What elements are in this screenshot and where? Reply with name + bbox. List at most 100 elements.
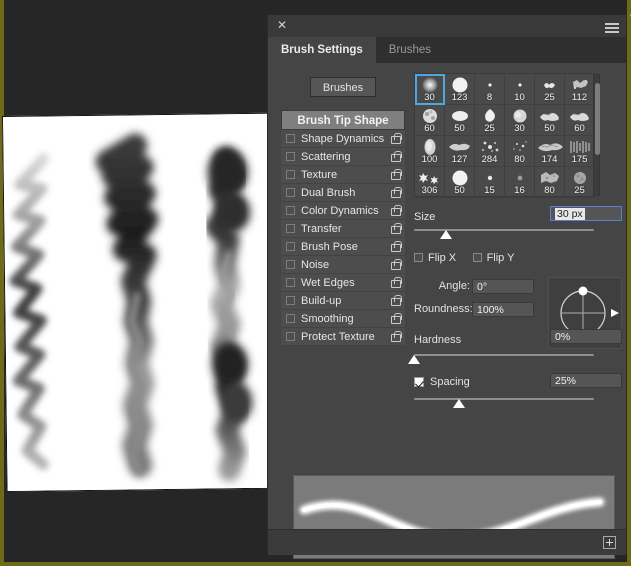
smoothing-checkbox[interactable] bbox=[286, 314, 295, 323]
brush-preset-80-15[interactable]: 80 bbox=[505, 136, 535, 167]
brush-preset-size-label: 25 bbox=[574, 185, 585, 196]
sidebar-item-scattering[interactable]: Scattering bbox=[281, 148, 405, 166]
tab-brushes[interactable]: Brushes bbox=[375, 37, 444, 63]
brush-preset-grid[interactable]: 30 123 8 10 25 112 60 50 25 30 50 60 100 127 284 80 174 1… bbox=[414, 73, 595, 198]
lock-icon[interactable] bbox=[390, 331, 402, 342]
lock-icon[interactable] bbox=[390, 151, 402, 162]
size-input[interactable]: 30 px bbox=[550, 206, 622, 221]
lock-icon[interactable] bbox=[390, 313, 402, 324]
brush-preset-size-label: 80 bbox=[544, 185, 555, 196]
dual-brush-checkbox[interactable] bbox=[286, 188, 295, 197]
brush-preset-size-label: 30 bbox=[514, 123, 525, 134]
hardness-slider-thumb[interactable] bbox=[408, 355, 420, 364]
flip-y-toggle[interactable]: Flip Y bbox=[472, 252, 515, 264]
flip-x-toggle[interactable]: Flip X bbox=[414, 252, 456, 264]
lock-icon[interactable] bbox=[390, 187, 402, 198]
angle-input[interactable]: 0° bbox=[472, 279, 534, 294]
brush-preset-15-20[interactable]: 15 bbox=[475, 167, 505, 198]
wet-edges-checkbox[interactable] bbox=[286, 278, 295, 287]
scrollbar-thumb[interactable] bbox=[595, 83, 600, 155]
sidebar-item-color-dynamics[interactable]: Color Dynamics bbox=[281, 202, 405, 220]
brush-preset-30-9[interactable]: 30 bbox=[505, 105, 535, 136]
brush-preset-50-19[interactable]: 50 bbox=[445, 167, 475, 198]
spacing-slider-thumb[interactable] bbox=[453, 399, 465, 408]
texture-checkbox[interactable] bbox=[286, 170, 295, 179]
sidebar-item-label: Wet Edges bbox=[301, 276, 355, 289]
sidebar-item-shape-dynamics[interactable]: Shape Dynamics bbox=[281, 130, 405, 148]
sidebar-item-noise[interactable]: Noise bbox=[281, 256, 405, 274]
build-up-checkbox[interactable] bbox=[286, 296, 295, 305]
size-label: Size bbox=[414, 211, 436, 223]
brush-preset-306-18[interactable]: 306 bbox=[415, 167, 445, 198]
lock-icon[interactable] bbox=[390, 277, 402, 288]
brush-preset-25-8[interactable]: 25 bbox=[475, 105, 505, 136]
sidebar-item-wet-edges[interactable]: Wet Edges bbox=[281, 274, 405, 292]
size-slider-thumb[interactable] bbox=[440, 230, 453, 239]
brush-preset-60-11[interactable]: 60 bbox=[565, 105, 595, 136]
spacing-toggle[interactable]: Spacing bbox=[414, 376, 470, 388]
sidebar-item-dual-brush[interactable]: Dual Brush bbox=[281, 184, 405, 202]
spacing-input[interactable]: 25% bbox=[550, 373, 622, 388]
size-slider[interactable] bbox=[414, 227, 594, 239]
spacing-label: Spacing bbox=[430, 376, 470, 388]
brush-preset-127-13[interactable]: 127 bbox=[445, 136, 475, 167]
brush-preset-175-17[interactable]: 175 bbox=[565, 136, 595, 167]
brush-preset-174-16[interactable]: 174 bbox=[535, 136, 565, 167]
brush-tip-shape-header[interactable]: Brush Tip Shape bbox=[281, 110, 405, 130]
brush-pose-checkbox[interactable] bbox=[286, 242, 295, 251]
brush-preset-123-1[interactable]: 123 bbox=[445, 74, 475, 105]
brush-preset-50-7[interactable]: 50 bbox=[445, 105, 475, 136]
noise-checkbox[interactable] bbox=[286, 260, 295, 269]
lock-icon[interactable] bbox=[390, 259, 402, 270]
brush-preset-25-23[interactable]: 25 bbox=[565, 167, 595, 198]
panel-menu-icon[interactable] bbox=[605, 23, 619, 35]
hardness-slider[interactable] bbox=[408, 352, 594, 364]
lock-icon[interactable] bbox=[390, 205, 402, 216]
lock-icon[interactable] bbox=[390, 169, 402, 180]
sidebar-item-texture[interactable]: Texture bbox=[281, 166, 405, 184]
brush-preset-size-label: 284 bbox=[481, 154, 498, 165]
brush-preset-50-10[interactable]: 50 bbox=[535, 105, 565, 136]
brush-preset-100-12[interactable]: 100 bbox=[415, 136, 445, 167]
document-canvas[interactable] bbox=[2, 112, 296, 492]
panel-titlebar: ✕ « bbox=[268, 10, 631, 37]
sidebar-item-brush-pose[interactable]: Brush Pose bbox=[281, 238, 405, 256]
window-frame-bottom bbox=[0, 562, 631, 566]
scattering-checkbox[interactable] bbox=[286, 152, 295, 161]
lock-icon[interactable] bbox=[390, 295, 402, 306]
spacing-checkbox[interactable] bbox=[414, 377, 424, 387]
protect-texture-checkbox[interactable] bbox=[286, 332, 295, 341]
sidebar-item-transfer[interactable]: Transfer bbox=[281, 220, 405, 238]
sidebar-item-build-up[interactable]: Build-up bbox=[281, 292, 405, 310]
sidebar-item-label: Transfer bbox=[301, 222, 342, 235]
brush-preset-8-2[interactable]: 8 bbox=[475, 74, 505, 105]
flip-x-checkbox[interactable] bbox=[414, 253, 423, 262]
lock-icon[interactable] bbox=[390, 241, 402, 252]
transfer-checkbox[interactable] bbox=[286, 224, 295, 233]
color-dynamics-checkbox[interactable] bbox=[286, 206, 295, 215]
brushes-button[interactable]: Brushes bbox=[310, 77, 376, 97]
brush-preset-16-21[interactable]: 16 bbox=[505, 167, 535, 198]
brush-grid-scrollbar[interactable] bbox=[593, 74, 600, 196]
brush-preset-30-0[interactable]: 30 bbox=[415, 74, 445, 105]
lock-icon[interactable] bbox=[390, 223, 402, 234]
brush-preset-112-5[interactable]: 112 bbox=[565, 74, 595, 105]
new-brush-icon[interactable] bbox=[603, 536, 616, 549]
flip-y-checkbox[interactable] bbox=[472, 253, 482, 262]
brush-preset-80-22[interactable]: 80 bbox=[535, 167, 565, 198]
hardness-input[interactable]: 0% bbox=[550, 329, 622, 344]
brush-preset-25-4[interactable]: 25 bbox=[535, 74, 565, 105]
brush-preset-size-label: 60 bbox=[424, 123, 435, 134]
close-icon[interactable]: ✕ bbox=[276, 19, 288, 31]
roundness-input[interactable]: 100% bbox=[472, 302, 534, 317]
spacing-slider[interactable] bbox=[414, 396, 594, 408]
lock-icon[interactable] bbox=[390, 133, 402, 144]
brush-preset-284-14[interactable]: 284 bbox=[475, 136, 505, 167]
brush-preset-10-3[interactable]: 10 bbox=[505, 74, 535, 105]
brush-settings-panel: ✕ « Brush Settings Brushes Brushes Brush… bbox=[267, 10, 631, 559]
shape-dynamics-checkbox[interactable] bbox=[286, 134, 295, 143]
tab-brush-settings[interactable]: Brush Settings bbox=[268, 37, 376, 63]
brush-preset-60-6[interactable]: 60 bbox=[415, 105, 445, 136]
sidebar-item-smoothing[interactable]: Smoothing bbox=[281, 310, 405, 328]
sidebar-item-protect-texture[interactable]: Protect Texture bbox=[281, 328, 405, 346]
